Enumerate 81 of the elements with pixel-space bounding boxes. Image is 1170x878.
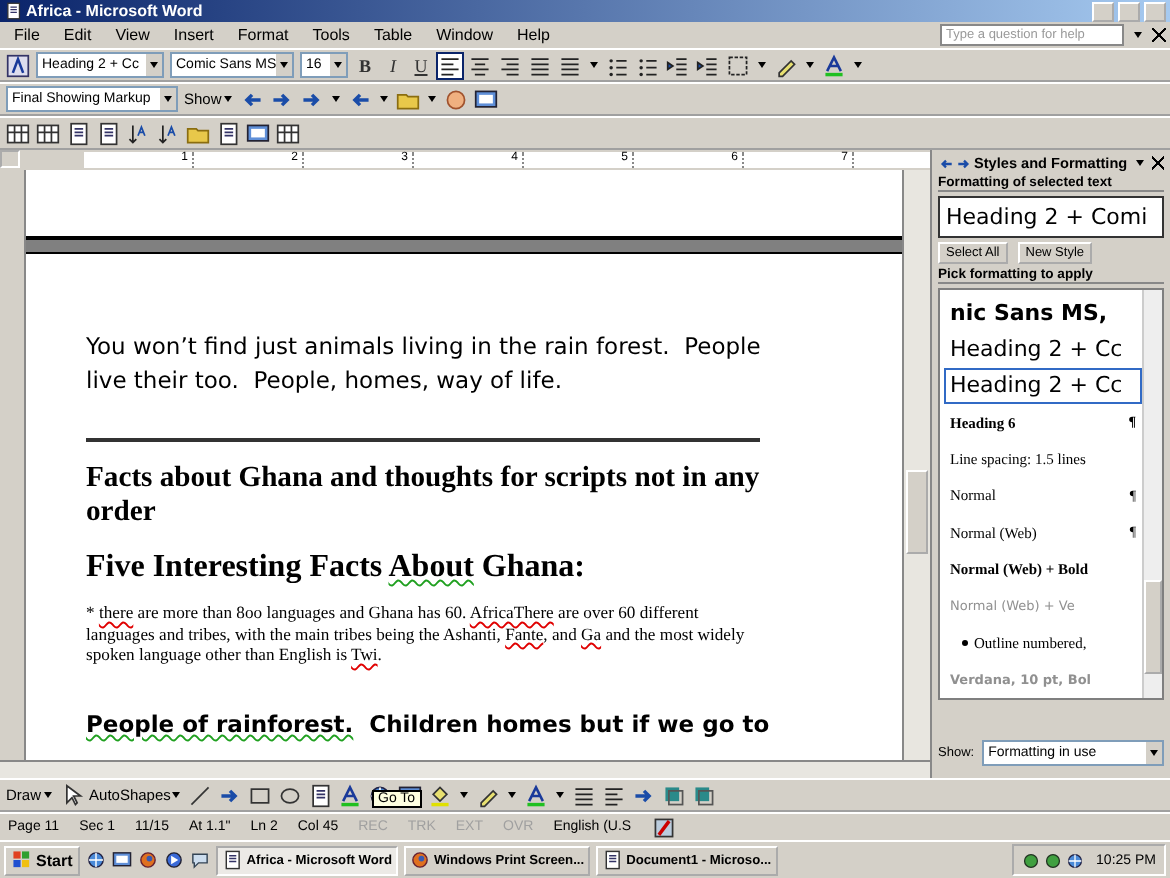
numbering-icon[interactable] (606, 53, 630, 77)
style-item[interactable]: nic Sans MS, (944, 294, 1142, 331)
align-center-icon[interactable] (468, 53, 492, 77)
bold-button[interactable]: B (354, 55, 376, 75)
menu-item[interactable]: Help (507, 26, 560, 44)
line-spacing-icon[interactable] (558, 53, 582, 77)
body-paragraph: * there are more than 8oo languages and Ghana has 60. AfricaThere are over 60 different languages and tribes, with the main tribes being the Ashanti, Fante, and Ga and the most widely spoken language other than English is Twi. (86, 602, 746, 665)
border-icon[interactable] (726, 53, 750, 77)
sort-icon[interactable] (126, 121, 150, 145)
menu-item[interactable]: Edit (53, 26, 102, 44)
bullet-icon (962, 639, 968, 646)
menu-item[interactable]: File (4, 26, 50, 44)
heading: Facts about Ghana and thoughts for scripts not in any order (86, 462, 762, 530)
document-icon[interactable] (66, 121, 90, 145)
menu-item[interactable]: Table (363, 26, 423, 44)
document-icon (4, 2, 22, 20)
document-icon[interactable] (96, 121, 120, 145)
close-pane-button[interactable] (1151, 156, 1164, 170)
network-icon[interactable] (1022, 851, 1041, 869)
windows-logo-icon (12, 850, 32, 870)
document-icon[interactable] (216, 121, 240, 145)
spelling-status-icon[interactable] (651, 815, 676, 839)
bullets-icon[interactable] (636, 53, 660, 77)
styles-icon[interactable] (6, 53, 30, 77)
desktop-icon[interactable] (112, 850, 133, 870)
screen-icon[interactable] (246, 121, 270, 145)
shield-icon[interactable] (1066, 851, 1085, 869)
dropdown-arrow[interactable] (1135, 160, 1144, 166)
align-right-icon[interactable] (498, 53, 522, 77)
fill-color-icon[interactable] (428, 783, 453, 807)
body-paragraph: You won’t find just animals living in the rain forest. People live their too. People, homes, way of life. (86, 330, 763, 398)
chat-icon[interactable] (190, 850, 211, 870)
forward-icon[interactable] (956, 155, 972, 171)
style-item[interactable]: Heading 2 + Cc (944, 367, 1142, 405)
style-list-scrollbar[interactable] (1142, 290, 1162, 698)
menu-item[interactable]: Insert (163, 26, 224, 44)
3d-icon[interactable] (692, 783, 717, 807)
window-title: Africa - Microsoft Word (26, 2, 203, 20)
text-box-icon[interactable] (308, 783, 333, 807)
justify-icon[interactable] (528, 53, 552, 77)
line-icon[interactable] (188, 783, 213, 807)
menu-item[interactable]: Tools (302, 26, 360, 44)
firefox-icon (410, 850, 431, 870)
body-paragraph: People of rainforest. Children homes but if we go to (86, 709, 772, 737)
document-icon (222, 850, 243, 870)
dash-style-icon[interactable] (602, 783, 627, 807)
style-item[interactable]: Heading 2 + Cc (944, 330, 1142, 368)
wordart-icon[interactable] (338, 783, 363, 807)
menu-item[interactable]: View (105, 26, 160, 44)
close-document-button[interactable] (1152, 28, 1166, 42)
underline-button[interactable]: U (410, 55, 432, 75)
selected-format-field[interactable]: Heading 2 + Comi (938, 196, 1164, 238)
track-changes-icon[interactable] (443, 87, 468, 111)
media-player-icon[interactable] (164, 850, 185, 870)
oval-icon[interactable] (278, 783, 303, 807)
table-icon[interactable] (36, 121, 60, 145)
vertical-scrollbar[interactable] (902, 170, 930, 760)
font-color-icon[interactable] (524, 783, 549, 807)
align-left-icon[interactable] (438, 53, 462, 77)
menu-item[interactable]: Format (227, 26, 299, 44)
sort-icon[interactable] (156, 121, 180, 145)
reviewing-pane-icon[interactable] (473, 87, 498, 111)
subheading: Five Interesting Facts About Ghana: (86, 550, 587, 586)
back-icon[interactable] (938, 155, 954, 171)
italic-button[interactable]: I (382, 55, 404, 75)
browser-icon[interactable] (86, 850, 107, 870)
firefox-icon[interactable] (138, 850, 159, 870)
horizontal-scrollbar[interactable] (0, 760, 930, 778)
insert-table-icon[interactable] (6, 121, 30, 145)
font-color-icon[interactable] (822, 53, 846, 77)
start-button[interactable]: Start (4, 845, 81, 875)
increase-indent-icon[interactable] (696, 53, 720, 77)
document-icon (602, 850, 623, 870)
line-style-icon[interactable] (572, 783, 597, 807)
rectangle-icon[interactable] (248, 783, 273, 807)
menu-item[interactable]: Window (426, 26, 504, 44)
shadow-icon[interactable] (662, 783, 687, 807)
decrease-indent-icon[interactable] (666, 53, 690, 77)
status-icon[interactable] (1044, 851, 1063, 869)
dropdown-arrow[interactable] (1134, 32, 1142, 38)
table-icon[interactable] (276, 121, 300, 145)
